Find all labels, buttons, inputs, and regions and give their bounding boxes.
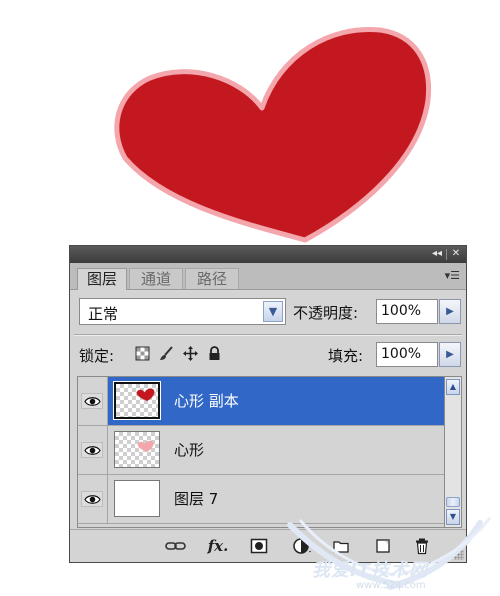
close-icon[interactable]: ✕ bbox=[449, 247, 463, 261]
blend-mode-value: 正常 bbox=[88, 305, 119, 323]
lock-label: 锁定: bbox=[79, 347, 115, 365]
scroll-thumb[interactable] bbox=[446, 497, 460, 507]
visibility-toggle[interactable] bbox=[81, 442, 103, 458]
layer-main[interactable]: 心形 副本 bbox=[108, 377, 444, 425]
blend-mode-select[interactable]: 正常 ▼ bbox=[79, 298, 286, 325]
fill-label: 填充: bbox=[328, 347, 364, 365]
eye-icon bbox=[84, 397, 101, 406]
tab-paths[interactable]: 路径 bbox=[185, 268, 239, 289]
layers-scrollbar[interactable]: ▲ ▼ bbox=[445, 376, 462, 528]
eye-icon bbox=[84, 446, 101, 455]
visibility-cell bbox=[78, 426, 108, 474]
heart-shape bbox=[114, 26, 432, 243]
brush-icon[interactable] bbox=[158, 345, 175, 362]
panel-menu-icon[interactable]: ▾☰ bbox=[445, 269, 460, 283]
mask-icon[interactable] bbox=[250, 537, 268, 555]
titlebar-divider bbox=[446, 249, 447, 260]
panel-tabs: 图层 通道 路径 ▾☰ bbox=[70, 263, 466, 290]
visibility-toggle[interactable] bbox=[81, 393, 103, 409]
layer-row[interactable]: 心形 bbox=[78, 426, 444, 475]
lock-icon[interactable] bbox=[206, 345, 223, 362]
watermark-url: www.52ij.com bbox=[356, 580, 426, 591]
layer-thumbnail bbox=[113, 381, 161, 420]
tab-layers[interactable]: 图层 bbox=[77, 268, 127, 290]
heart-thumbnail-icon bbox=[137, 440, 154, 452]
move-icon[interactable] bbox=[182, 345, 199, 362]
watermark-text: 我爱IT技术网 bbox=[312, 560, 428, 581]
heart-thumbnail-icon bbox=[136, 388, 155, 401]
fill-slider-button[interactable]: ▶ bbox=[439, 342, 461, 367]
layer-thumbnail bbox=[114, 431, 160, 468]
layer-row[interactable]: 心形 副本 bbox=[78, 377, 444, 426]
panel-titlebar[interactable]: ◂◂ ✕ bbox=[70, 246, 466, 263]
divider bbox=[74, 334, 462, 336]
layer-main[interactable]: 心形 bbox=[108, 426, 444, 474]
lock-transparent-icon[interactable] bbox=[134, 345, 151, 362]
chevron-down-icon[interactable]: ▼ bbox=[263, 301, 283, 322]
opacity-label: 不透明度: bbox=[293, 304, 359, 322]
visibility-cell bbox=[78, 377, 108, 425]
layer-thumbnail bbox=[114, 480, 160, 517]
link-icon[interactable] bbox=[164, 537, 188, 555]
opacity-slider-button[interactable]: ▶ bbox=[439, 299, 461, 324]
layer-name: 图层 7 bbox=[174, 490, 219, 508]
tab-channels[interactable]: 通道 bbox=[129, 268, 183, 289]
fill-input[interactable]: 100% bbox=[376, 342, 438, 367]
eye-icon bbox=[84, 495, 101, 504]
collapse-icon[interactable]: ◂◂ bbox=[428, 247, 446, 261]
heart-artwork bbox=[114, 26, 432, 243]
layer-name: 心形 副本 bbox=[174, 392, 239, 410]
fx-icon[interactable]: fx. bbox=[205, 537, 231, 555]
visibility-cell bbox=[78, 475, 108, 523]
layers-list: 心形 副本 心形 图层 7 bbox=[77, 376, 445, 528]
layer-name: 心形 bbox=[174, 441, 205, 459]
scroll-up-icon[interactable]: ▲ bbox=[446, 379, 460, 395]
visibility-toggle[interactable] bbox=[81, 491, 103, 507]
opacity-input[interactable]: 100% bbox=[376, 299, 438, 324]
